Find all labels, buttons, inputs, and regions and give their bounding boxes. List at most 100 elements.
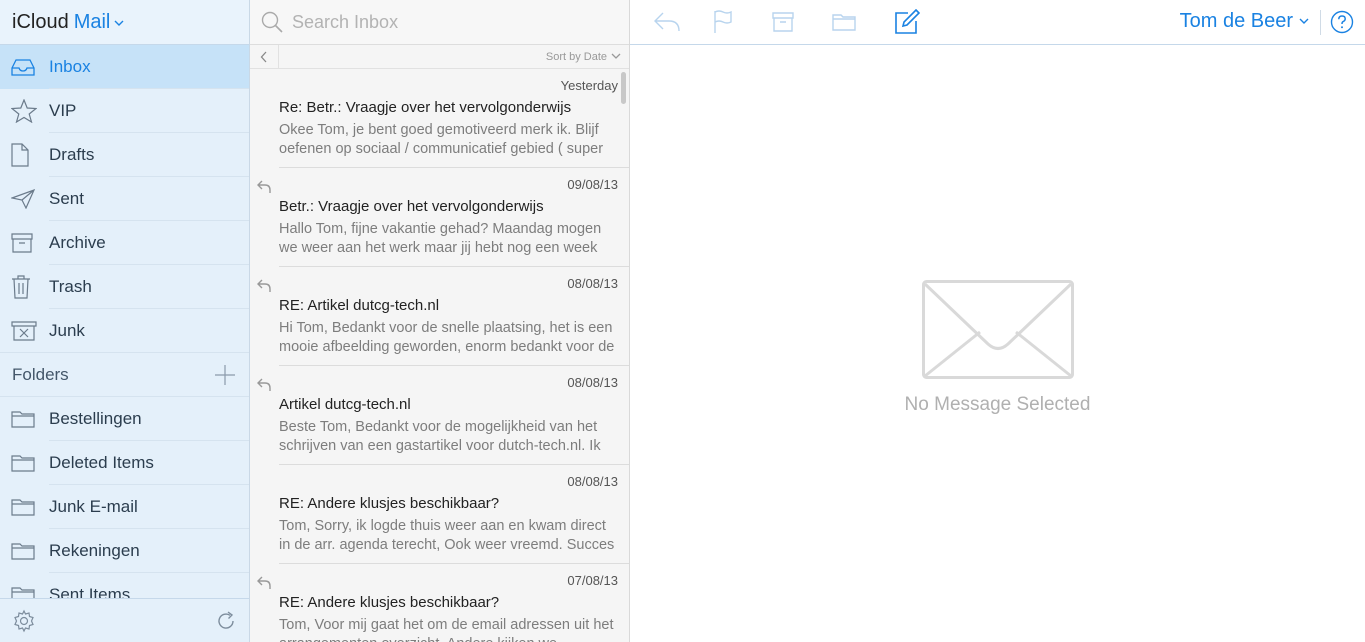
- brand-mail[interactable]: Mail: [74, 11, 111, 34]
- message-row[interactable]: Yesterday Re: Betr.: Vraagje over het ve…: [250, 69, 629, 168]
- sidebar-folder-sent-items[interactable]: Sent Items: [0, 573, 249, 598]
- message-subject: Artikel dutcg-tech.nl: [279, 396, 411, 413]
- message-subject: RE: Artikel dutcg-tech.nl: [279, 297, 440, 314]
- collapse-sidebar-button[interactable]: [250, 44, 279, 69]
- sort-button[interactable]: Sort by Date: [279, 51, 629, 63]
- sidebar-item-sent[interactable]: Sent: [0, 177, 249, 221]
- toolbar-divider: [1320, 10, 1321, 35]
- brand-icloud: iCloud: [12, 10, 69, 33]
- reply-icon: [654, 12, 680, 32]
- document-icon: [0, 133, 49, 177]
- sidebar-folder-junk-email[interactable]: Junk E-mail: [0, 485, 249, 529]
- message-row[interactable]: 08/08/13 Artikel dutcg-tech.nl Beste Tom…: [250, 366, 629, 465]
- message-row[interactable]: 07/08/13 RE: Andere klusjes beschikbaar?…: [250, 564, 629, 642]
- folder-icon: [832, 14, 856, 31]
- compose-button[interactable]: [892, 8, 922, 36]
- message-date: 07/08/13: [567, 573, 618, 588]
- sidebar-item-archive[interactable]: Archive: [0, 221, 249, 265]
- sidebar: iCloud Mail Inbox VIP Drafts Sent Archiv…: [0, 0, 250, 642]
- flag-button[interactable]: [708, 8, 738, 36]
- folder-icon: [0, 397, 49, 441]
- search-input[interactable]: [292, 11, 592, 33]
- envelope-icon: [921, 280, 1074, 379]
- folder-icon: [0, 529, 49, 573]
- mailbox-list: Inbox VIP Drafts Sent Archive Trash Junk…: [0, 45, 249, 598]
- archive-box-icon: [0, 221, 49, 265]
- message-date: 08/08/13: [567, 276, 618, 291]
- sidebar-item-trash[interactable]: Trash: [0, 265, 249, 309]
- reply-button[interactable]: [652, 8, 682, 36]
- folder-icon: [0, 441, 49, 485]
- add-folder-icon[interactable]: [213, 363, 237, 387]
- help-icon[interactable]: [1330, 10, 1354, 34]
- list-subbar: Sort by Date: [250, 44, 629, 69]
- message-preview: Tom, Voor mij gaat het om de email adres…: [279, 617, 614, 642]
- app-switcher[interactable]: iCloud Mail: [0, 0, 249, 45]
- message-row[interactable]: 08/08/13 RE: Artikel dutcg-tech.nl Hi To…: [250, 267, 629, 366]
- folder-icon: [0, 573, 49, 598]
- no-message-label: No Message Selected: [904, 394, 1091, 415]
- message-row[interactable]: 08/08/13 RE: Andere klusjes beschikbaar?…: [250, 465, 629, 564]
- folders-label: Folders: [12, 364, 69, 384]
- chevron-down-icon: [611, 53, 621, 59]
- search-bar: [250, 0, 629, 45]
- sidebar-item-label: Sent Items: [49, 585, 131, 598]
- star-icon: [0, 89, 49, 133]
- message-date: 08/08/13: [567, 474, 618, 489]
- sidebar-item-label: Inbox: [49, 57, 91, 76]
- message-subject: RE: Andere klusjes beschikbaar?: [279, 594, 500, 611]
- message-row[interactable]: 09/08/13 Betr.: Vraagje over het vervolg…: [250, 168, 629, 267]
- sidebar-item-label: Deleted Items: [49, 453, 154, 472]
- message-preview: Tom, Sorry, ik logde thuis weer aan en k…: [279, 518, 615, 553]
- reading-pane: Tom de Beer No Message Selected: [630, 0, 1365, 642]
- sidebar-item-label: Sent: [49, 189, 84, 208]
- folder-icon: [0, 485, 49, 529]
- paper-plane-icon: [0, 177, 49, 221]
- sidebar-item-junk[interactable]: Junk: [0, 309, 249, 353]
- move-to-folder-button[interactable]: [829, 8, 859, 36]
- sidebar-item-drafts[interactable]: Drafts: [0, 133, 249, 177]
- sidebar-item-label: Junk E-mail: [49, 497, 138, 516]
- message-date: Yesterday: [560, 78, 618, 93]
- sidebar-item-label: Drafts: [49, 145, 95, 164]
- message-preview: Hi Tom, Bedankt voor de snelle plaatsing…: [279, 320, 615, 355]
- message-date: 09/08/13: [567, 177, 618, 192]
- sidebar-item-label: Bestellingen: [49, 409, 142, 428]
- message-subject: RE: Andere klusjes beschikbaar?: [279, 495, 500, 512]
- sidebar-item-inbox[interactable]: Inbox: [0, 45, 249, 89]
- empty-state: No Message Selected: [630, 280, 1365, 416]
- junk-box-icon: [0, 309, 49, 353]
- chevron-down-icon: [1299, 18, 1309, 24]
- message-list-pane: Sort by Date Yesterday Re: Betr.: Vraagj…: [250, 0, 630, 642]
- sidebar-item-vip[interactable]: VIP: [0, 89, 249, 133]
- message-date: 08/08/13: [567, 375, 618, 390]
- sidebar-item-label: Junk: [49, 321, 85, 340]
- sidebar-folder-bestellingen[interactable]: Bestellingen: [0, 397, 249, 441]
- sidebar-item-label: VIP: [49, 101, 77, 120]
- gear-icon[interactable]: [12, 609, 36, 633]
- user-name: Tom de Beer: [1179, 10, 1293, 32]
- replied-icon: [257, 180, 271, 199]
- refresh-icon[interactable]: [215, 610, 237, 632]
- replied-icon: [257, 378, 271, 397]
- folders-header: Folders: [0, 353, 249, 397]
- message-list: Yesterday Re: Betr.: Vraagje over het ve…: [250, 69, 629, 642]
- chevron-down-icon[interactable]: [114, 20, 124, 27]
- message-preview: Okee Tom, je bent goed gemotiveerd merk …: [279, 122, 604, 157]
- message-subject: Re: Betr.: Vraagje over het vervolgonder…: [279, 99, 572, 116]
- sidebar-folder-deleted-items[interactable]: Deleted Items: [0, 441, 249, 485]
- archive-button[interactable]: [768, 8, 798, 36]
- account-menu[interactable]: Tom de Beer: [1180, 10, 1309, 33]
- replied-icon: [257, 279, 271, 298]
- flag-icon: [714, 10, 732, 33]
- scrollbar-thumb[interactable]: [621, 72, 626, 104]
- message-preview: Hallo Tom, fijne vakantie gehad? Maandag…: [279, 221, 602, 256]
- search-icon: [261, 11, 283, 33]
- inbox-icon: [0, 45, 49, 89]
- compose-icon: [895, 9, 920, 34]
- sidebar-folder-rekeningen[interactable]: Rekeningen: [0, 529, 249, 573]
- chevron-left-icon: [260, 51, 267, 62]
- archive-icon: [772, 12, 794, 32]
- sidebar-item-label: Trash: [49, 277, 92, 296]
- sidebar-footer: [0, 598, 249, 642]
